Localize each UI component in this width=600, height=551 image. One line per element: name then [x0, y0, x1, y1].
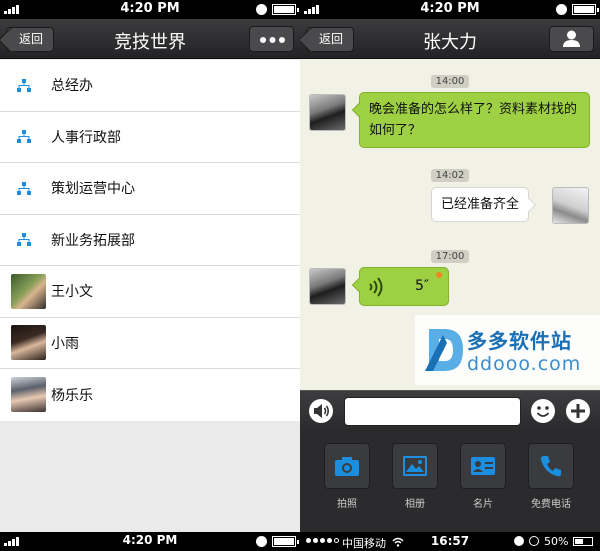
camera-icon: [335, 457, 359, 476]
emoji-icon[interactable]: [530, 398, 556, 424]
timestamp: 14:00: [300, 69, 600, 88]
battery-percent: 50%: [544, 535, 569, 548]
avatar: [11, 377, 46, 413]
free-call-label: 免费电话: [531, 499, 571, 510]
page-title: 张大力: [423, 32, 477, 53]
voice-duration: 5″: [415, 278, 430, 294]
status-time: 4:20 PM: [122, 533, 178, 547]
avatar: [11, 273, 46, 309]
free-call-button[interactable]: 免费电话: [527, 443, 575, 510]
department-label: 人事行政部: [51, 129, 121, 146]
battery-icon: [272, 536, 299, 547]
orientation-lock-icon: [256, 536, 267, 547]
orientation-lock-icon: [514, 536, 524, 546]
voice-wave-icon: [369, 277, 383, 297]
status-bar: 4:20 PM: [0, 0, 300, 19]
status-bar: 4:20 PM: [300, 0, 600, 19]
nav-bar: 返回 张大力: [300, 19, 600, 59]
chat-screen: 4:20 PM 返回 张大力 14:00 晚会准备的怎么样了？资料素材找的如何了…: [300, 0, 600, 551]
timestamp: 17:00: [300, 244, 600, 263]
contact-name: 小雨: [51, 335, 79, 352]
contacts-screen: 4:20 PM 返回 竞技世界 总经办 人事行政部 策划运营中心 新业务拓展部 …: [0, 0, 300, 551]
album-label: 相册: [405, 499, 425, 510]
business-card-label: 名片: [473, 499, 493, 510]
attachment-panel: 拍照 相册 名片 免费电话: [300, 432, 600, 532]
plus-icon[interactable]: [565, 398, 591, 424]
status-time: 4:20 PM: [120, 1, 180, 16]
more-button[interactable]: [249, 26, 294, 52]
contact-name: 王小文: [51, 284, 93, 301]
timestamp: 14:02: [300, 163, 600, 182]
org-chart-icon: [17, 78, 31, 92]
org-chart-icon: [17, 181, 31, 195]
department-label: 策划运营中心: [51, 181, 135, 198]
back-button[interactable]: 返回: [306, 27, 354, 52]
camera-label: 拍照: [337, 499, 357, 510]
orientation-lock-icon: [556, 4, 567, 15]
department-item[interactable]: 人事行政部: [0, 112, 300, 163]
bottom-status-bar: 中国移动 16:57 50%: [300, 532, 600, 551]
avatar: [309, 94, 346, 131]
business-card-icon: [471, 457, 495, 475]
message-list: 14:00 晚会准备的怎么样了？资料素材找的如何了？ 14:02 已经准备齐全 …: [300, 60, 600, 390]
department-item[interactable]: 新业务拓展部: [0, 215, 300, 266]
department-label: 总经办: [51, 78, 93, 95]
alarm-icon: [529, 536, 539, 546]
camera-button[interactable]: 拍照: [323, 443, 371, 510]
department-item[interactable]: 策划运营中心: [0, 163, 300, 215]
watermark: 多多软件站 ddooo.com: [415, 315, 600, 385]
nav-bar: 返回 竞技世界: [0, 19, 300, 59]
bottom-status-bar: 4:20 PM: [0, 532, 300, 551]
outgoing-message[interactable]: 已经准备齐全: [431, 187, 530, 222]
battery-icon: [272, 4, 299, 15]
unread-dot: [436, 272, 442, 278]
avatar: [552, 187, 589, 224]
watermark-text: 多多软件站: [467, 329, 572, 353]
contact-item[interactable]: 王小文: [0, 266, 300, 318]
phone-icon: [540, 456, 561, 477]
battery-icon: [572, 4, 599, 15]
avatar: [11, 325, 46, 361]
input-bar: [300, 390, 600, 432]
battery-icon: [573, 537, 593, 546]
user-icon: [563, 30, 580, 47]
watermark-url: ddooo.com: [467, 353, 582, 375]
album-button[interactable]: 相册: [391, 443, 439, 510]
contact-item[interactable]: 小雨: [0, 318, 300, 369]
message-input[interactable]: [344, 397, 521, 426]
page-title: 竞技世界: [114, 32, 186, 53]
contact-name: 杨乐乐: [51, 387, 93, 404]
incoming-message[interactable]: 晚会准备的怎么样了？资料素材找的如何了？: [359, 92, 590, 148]
orientation-lock-icon: [256, 4, 267, 15]
contact-list: 总经办 人事行政部 策划运营中心 新业务拓展部 王小文 小雨 杨乐乐: [0, 60, 300, 421]
back-button[interactable]: 返回: [6, 27, 54, 52]
album-icon: [403, 456, 427, 476]
status-time: 4:20 PM: [420, 1, 480, 16]
org-chart-icon: [17, 130, 31, 144]
contact-profile-button[interactable]: [549, 26, 594, 52]
avatar: [309, 268, 346, 305]
business-card-button[interactable]: 名片: [459, 443, 507, 510]
more-icon: [260, 37, 285, 43]
watermark-logo-icon: [425, 329, 463, 371]
department-item[interactable]: 总经办: [0, 60, 300, 112]
contact-item[interactable]: 杨乐乐: [0, 369, 300, 421]
org-chart-icon: [17, 233, 31, 247]
voice-toggle-icon[interactable]: [308, 398, 334, 424]
department-label: 新业务拓展部: [51, 232, 135, 249]
